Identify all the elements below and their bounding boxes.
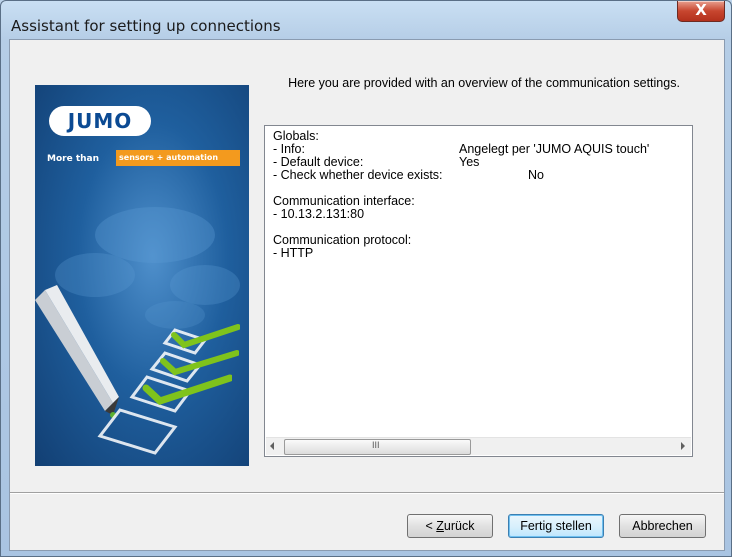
interface-value: - 10.13.2.131:80 [273,207,365,221]
jumo-logo: JUMO [67,109,133,133]
settings-overview-box[interactable]: Globals: - Info: Angelegt per 'JUMO AQUI… [264,125,693,457]
page-heading: Here you are provided with an overview o… [288,76,680,90]
horizontal-scrollbar[interactable]: III [266,437,691,455]
dialog-client-area: JUMO More than sensors + automation Here… [9,39,725,551]
wizard-window: Assistant for setting up connections X J… [0,0,732,557]
close-icon: X [695,1,707,19]
back-button[interactable]: < Zurück [407,514,493,538]
brand-image-panel: JUMO More than sensors + automation [35,85,249,466]
cancel-button[interactable]: Abbrechen [619,514,706,538]
check-device-row: - Check whether device exists: No [273,169,544,182]
logo-badge: JUMO [49,106,151,136]
check-device-value: No [528,168,544,182]
check-icon [142,374,232,405]
close-button[interactable]: X [677,1,725,22]
scroll-left-icon[interactable] [270,442,274,450]
default-device-value: Yes [459,155,480,169]
wizard-content: JUMO More than sensors + automation Here… [10,40,724,492]
scroll-right-icon[interactable] [681,442,685,450]
title-bar[interactable]: Assistant for setting up connections X [1,1,731,39]
info-value: Angelegt per 'JUMO AQUIS touch' [459,142,650,156]
overview-content: Globals: - Info: Angelegt per 'JUMO AQUI… [273,130,649,260]
finish-button[interactable]: Fertig stellen [508,514,604,538]
scrollbar-thumb[interactable]: III [284,439,471,455]
brand-tagline-highlight: sensors + automation [119,153,219,162]
brand-tagline-prefix: More than [47,154,100,164]
scrollbar-grip-icon: III [372,440,380,450]
window-title: Assistant for setting up connections [11,17,281,35]
button-separator [10,492,724,494]
check-device-label: - Check whether device exists: [273,168,443,182]
brand-background-graphic [35,207,240,455]
protocol-value: - HTTP [273,246,314,260]
